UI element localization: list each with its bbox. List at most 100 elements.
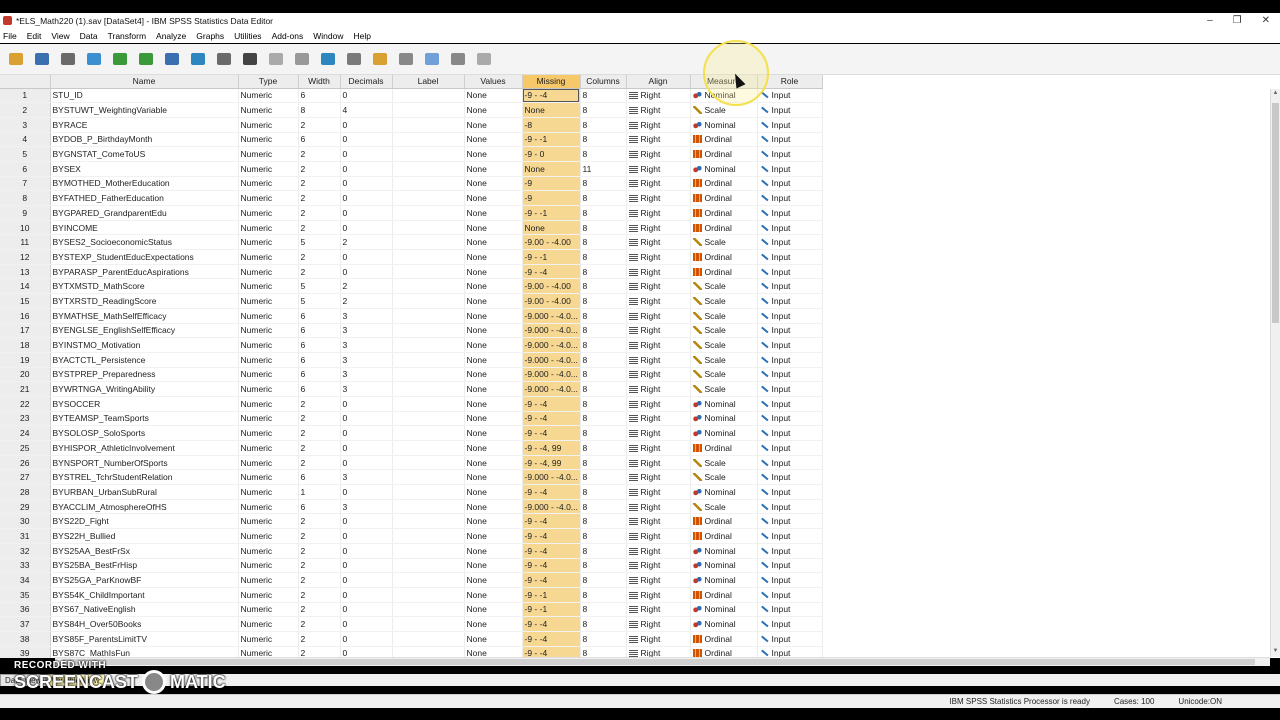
- menu-graphs[interactable]: Graphs: [193, 31, 231, 41]
- label-cell[interactable]: [392, 602, 465, 618]
- measure-cell[interactable]: Scale: [690, 367, 758, 383]
- decimals-cell[interactable]: 0: [340, 558, 393, 574]
- measure-cell[interactable]: Scale: [690, 293, 758, 309]
- name-cell[interactable]: BYRACE: [50, 117, 239, 133]
- type-cell[interactable]: Numeric: [238, 337, 299, 353]
- decimals-cell[interactable]: 0: [340, 190, 393, 206]
- name-cell[interactable]: BYS22D_Fight: [50, 513, 239, 530]
- row-number[interactable]: 4: [0, 132, 51, 148]
- columns-cell[interactable]: 8: [580, 631, 627, 647]
- width-cell[interactable]: 2: [298, 396, 341, 412]
- missing-cell[interactable]: -9 - -1: [522, 132, 581, 148]
- values-cell[interactable]: None: [464, 572, 523, 588]
- find-icon[interactable]: [240, 49, 260, 69]
- decimals-cell[interactable]: 0: [340, 572, 393, 588]
- columns-cell[interactable]: 8: [580, 558, 627, 574]
- insert-variable-icon[interactable]: [292, 49, 312, 69]
- role-cell[interactable]: Input: [757, 117, 823, 133]
- align-cell[interactable]: Right: [626, 352, 691, 368]
- row-number[interactable]: 30: [0, 513, 51, 530]
- measure-cell[interactable]: Nominal: [690, 543, 758, 559]
- decimals-cell[interactable]: 3: [340, 337, 393, 353]
- label-cell[interactable]: [392, 367, 465, 383]
- role-cell[interactable]: Input: [757, 352, 823, 368]
- decimals-cell[interactable]: 0: [340, 220, 393, 236]
- goto-variable-icon[interactable]: [188, 49, 208, 69]
- print-icon[interactable]: [58, 49, 78, 69]
- columns-cell[interactable]: 8: [580, 278, 627, 295]
- row-number[interactable]: 28: [0, 484, 51, 500]
- width-cell[interactable]: 2: [298, 616, 341, 632]
- values-cell[interactable]: None: [464, 381, 523, 397]
- label-cell[interactable]: [392, 484, 465, 500]
- name-cell[interactable]: BYSES2_SocioeconomicStatus: [50, 234, 239, 251]
- label-cell[interactable]: [392, 161, 465, 177]
- width-cell[interactable]: 2: [298, 249, 341, 265]
- columns-cell[interactable]: 8: [580, 513, 627, 530]
- columns-cell[interactable]: 8: [580, 249, 627, 265]
- measure-cell[interactable]: Scale: [690, 308, 758, 324]
- menu-view[interactable]: View: [48, 31, 76, 41]
- decimals-cell[interactable]: 3: [340, 381, 393, 397]
- type-cell[interactable]: Numeric: [238, 616, 299, 632]
- name-cell[interactable]: BYACCLIM_AtmosphereOfHS: [50, 499, 239, 515]
- role-cell[interactable]: Input: [757, 558, 823, 574]
- values-cell[interactable]: None: [464, 455, 523, 471]
- type-cell[interactable]: Numeric: [238, 425, 299, 441]
- name-cell[interactable]: BYS54K_ChildImportant: [50, 587, 239, 603]
- width-cell[interactable]: 2: [298, 587, 341, 603]
- align-cell[interactable]: Right: [626, 102, 691, 118]
- dialog-recall-icon[interactable]: [84, 49, 104, 69]
- decimals-cell[interactable]: 0: [340, 631, 393, 647]
- type-cell[interactable]: Numeric: [238, 572, 299, 588]
- align-cell[interactable]: Right: [626, 161, 691, 177]
- measure-cell[interactable]: Nominal: [690, 572, 758, 588]
- missing-cell[interactable]: -9.00 - -4.00: [522, 293, 581, 309]
- values-cell[interactable]: None: [464, 132, 523, 148]
- missing-cell[interactable]: -9.000 - -4.0...: [522, 337, 581, 353]
- values-cell[interactable]: None: [464, 558, 523, 574]
- values-cell[interactable]: None: [464, 616, 523, 632]
- measure-cell[interactable]: Scale: [690, 323, 758, 339]
- columns-cell[interactable]: 8: [580, 146, 627, 162]
- name-cell[interactable]: BYWRTNGA_WritingAbility: [50, 381, 239, 397]
- redo-icon[interactable]: [136, 49, 156, 69]
- row-number[interactable]: 25: [0, 440, 51, 456]
- decimals-cell[interactable]: 3: [340, 469, 393, 486]
- role-cell[interactable]: Input: [757, 411, 823, 427]
- align-cell[interactable]: Right: [626, 220, 691, 236]
- row-number[interactable]: 13: [0, 264, 51, 280]
- measure-cell[interactable]: Ordinal: [690, 205, 758, 221]
- save-icon[interactable]: [32, 49, 52, 69]
- name-cell[interactable]: BYMOTHED_MotherEducation: [50, 176, 239, 192]
- label-cell[interactable]: [392, 234, 465, 251]
- measure-cell[interactable]: Nominal: [690, 396, 758, 412]
- decimals-cell[interactable]: 2: [340, 234, 393, 251]
- label-cell[interactable]: [392, 190, 465, 206]
- label-cell[interactable]: [392, 440, 465, 456]
- missing-cell[interactable]: -9 - -4: [522, 425, 581, 441]
- columns-cell[interactable]: 8: [580, 572, 627, 588]
- decimals-cell[interactable]: 0: [340, 264, 393, 280]
- values-cell[interactable]: None: [464, 220, 523, 236]
- name-cell[interactable]: BYINCOME: [50, 220, 239, 236]
- name-cell[interactable]: BYENGLSE_EnglishSelfEfficacy: [50, 323, 239, 339]
- name-cell[interactable]: BYTEAMSP_TeamSports: [50, 411, 239, 427]
- type-cell[interactable]: Numeric: [238, 132, 299, 148]
- label-cell[interactable]: [392, 572, 465, 588]
- role-cell[interactable]: Input: [757, 293, 823, 309]
- row-number[interactable]: 11: [0, 234, 51, 251]
- label-cell[interactable]: [392, 513, 465, 530]
- type-cell[interactable]: Numeric: [238, 117, 299, 133]
- align-cell[interactable]: Right: [626, 132, 691, 148]
- type-cell[interactable]: Numeric: [238, 352, 299, 368]
- values-cell[interactable]: None: [464, 176, 523, 192]
- show-all-icon[interactable]: [448, 49, 468, 69]
- missing-cell[interactable]: -9.000 - -4.0...: [522, 367, 581, 383]
- type-cell[interactable]: Numeric: [238, 190, 299, 206]
- values-cell[interactable]: None: [464, 337, 523, 353]
- type-cell[interactable]: Numeric: [238, 528, 299, 544]
- decimals-cell[interactable]: 3: [340, 499, 393, 515]
- row-number[interactable]: 39: [0, 646, 51, 658]
- values-cell[interactable]: None: [464, 631, 523, 647]
